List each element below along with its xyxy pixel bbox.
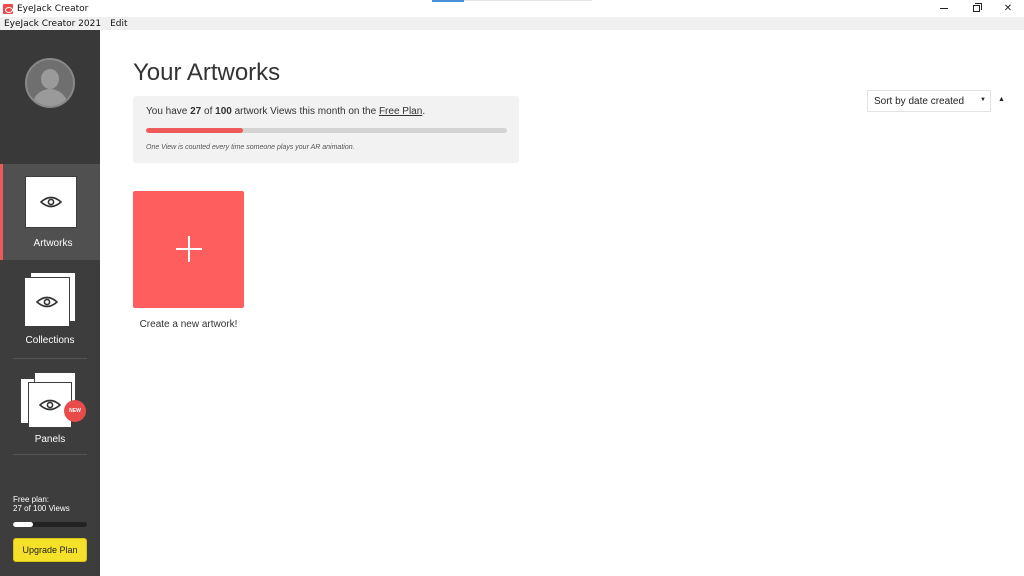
sidebar-item-label: Collections <box>25 335 75 346</box>
menu-app[interactable]: EyeJack Creator 2021 <box>4 19 101 29</box>
free-plan-link[interactable]: Free Plan <box>379 106 422 117</box>
usage-progress-fill <box>146 128 244 133</box>
app-logo-icon <box>3 3 13 14</box>
minimize-icon <box>940 8 948 9</box>
usage-end: . <box>422 106 426 117</box>
plus-icon-vertical <box>188 236 190 262</box>
close-icon: ✕ <box>1003 3 1013 14</box>
sort-select-value: Sort by date created <box>874 95 965 107</box>
plan-info: Free plan: 27 of 100 Views <box>13 495 70 513</box>
plan-usage: 27 of 100 Views <box>13 504 70 513</box>
eye-icon <box>40 196 62 208</box>
usage-note: One View is counted every time someone p… <box>146 144 355 151</box>
usage-used: 27 <box>190 106 202 117</box>
close-button[interactable]: ✕ <box>992 0 1024 17</box>
usage-panel: You have 27 of 100 artwork Views this mo… <box>133 96 519 163</box>
usage-suffix: artwork Views this month on the <box>231 106 379 117</box>
usage-text: You have 27 of 100 artwork Views this mo… <box>146 106 425 117</box>
sidebar-item-collections[interactable]: Collections <box>0 262 100 356</box>
minimize-button[interactable] <box>928 0 960 17</box>
sidebar-item-artworks[interactable]: Artworks <box>0 164 100 260</box>
window-controls: ✕ <box>928 0 1024 17</box>
plan-progress-fill <box>13 522 33 527</box>
usage-of: of <box>201 106 216 117</box>
menu-bar: EyeJack Creator 2021 Edit <box>0 17 1024 30</box>
upgrade-plan-button[interactable]: Upgrade Plan <box>13 538 87 562</box>
usage-progress-bar <box>146 128 507 133</box>
avatar-body <box>32 89 68 106</box>
new-badge: NEW <box>64 400 86 422</box>
page-title: Your Artworks <box>133 59 281 86</box>
sidebar-item-panels[interactable]: NEW Panels <box>0 360 100 454</box>
title-bar-accent <box>432 0 464 2</box>
sort-select[interactable]: Sort by date created ▼ <box>867 90 991 112</box>
sidebar-item-label: Panels <box>34 434 66 445</box>
title-bar: EyeJack Creator ✕ <box>0 0 1024 17</box>
chevron-down-icon: ▼ <box>980 97 986 103</box>
create-artwork-button[interactable] <box>133 191 244 308</box>
title-bar-divider <box>464 0 592 1</box>
usage-limit: 100 <box>215 106 232 117</box>
profile-area <box>0 30 100 164</box>
plan-title: Free plan: <box>13 495 50 504</box>
plan-progress-bar <box>13 522 87 527</box>
eye-icon <box>36 296 58 308</box>
usage-prefix: You have <box>146 106 191 117</box>
sidebar-divider <box>13 454 87 455</box>
sort-direction-button[interactable]: ▲ <box>998 96 1005 103</box>
restore-icon <box>972 3 982 12</box>
sidebar-divider <box>13 358 87 359</box>
restore-button[interactable] <box>960 0 992 17</box>
sidebar: Artworks Collections NEW Panels Free pla… <box>0 30 100 576</box>
artwork-card <box>25 176 77 228</box>
create-artwork-label: Create a new artwork! <box>139 319 238 330</box>
sidebar-item-label: Artworks <box>33 238 73 249</box>
avatar-head <box>41 69 59 89</box>
window-title: EyeJack Creator <box>17 3 89 14</box>
menu-edit[interactable]: Edit <box>110 19 127 29</box>
collection-card-front <box>24 277 70 327</box>
eye-icon <box>39 399 61 411</box>
avatar[interactable] <box>25 58 75 108</box>
